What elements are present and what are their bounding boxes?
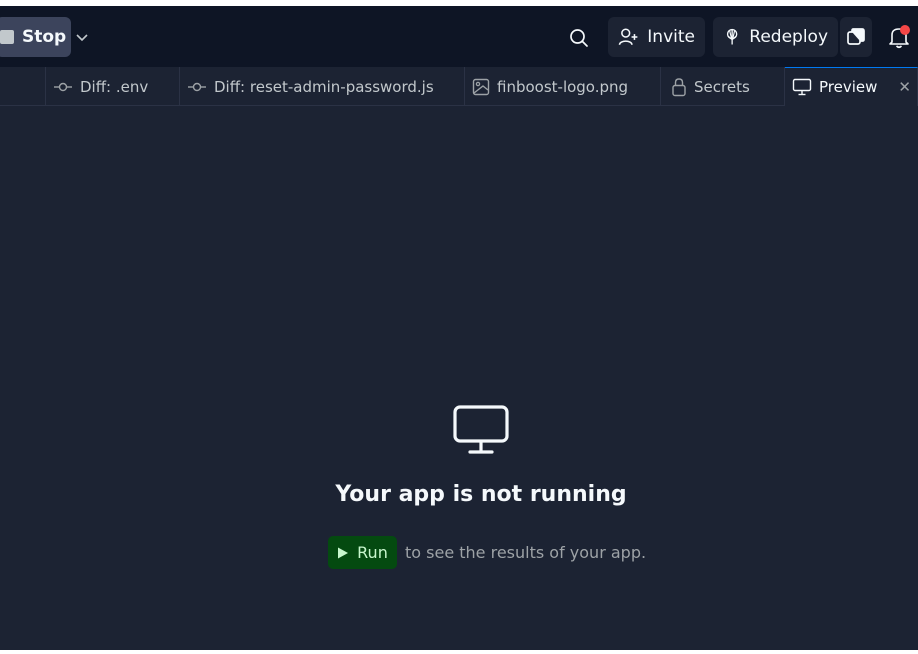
tab-bar: Diff: .env Diff: reset-admin-password.js… [0, 67, 918, 106]
stop-button[interactable]: Stop [0, 17, 71, 57]
deploy-icon [726, 28, 738, 45]
tab-diff-reset-admin-password[interactable]: Diff: reset-admin-password.js [180, 67, 465, 106]
empty-state-title: Your app is not running [335, 482, 627, 507]
stop-label: Stop [22, 27, 67, 47]
run-label: Run [357, 543, 388, 562]
preview-pane: Your app is not running Run to see the r… [0, 106, 918, 650]
multiplayers-button[interactable] [840, 17, 872, 57]
tab-finboost-logo[interactable]: finboost-logo.png [465, 67, 661, 106]
git-commit-icon [54, 82, 72, 91]
tab-label: Diff: reset-admin-password.js [214, 77, 434, 96]
tab-overflow[interactable] [0, 67, 46, 106]
run-options-chevron-down-icon[interactable] [72, 24, 92, 50]
git-commit-icon [188, 82, 206, 91]
search-icon[interactable] [567, 26, 591, 50]
redeploy-label: Redeploy [749, 27, 828, 47]
app-frame: Stop Invite Redeploy Diff: .env Diff: re… [0, 6, 918, 650]
invite-label: Invite [647, 27, 695, 47]
tab-label: Preview [819, 78, 878, 96]
close-icon[interactable]: ✕ [898, 78, 911, 96]
image-icon [472, 78, 490, 95]
add-user-icon [618, 28, 638, 46]
lock-icon [672, 77, 686, 96]
play-icon [338, 547, 349, 558]
top-bar: Stop Invite Redeploy [0, 6, 918, 67]
tab-label: Secrets [694, 77, 750, 96]
tab-preview[interactable]: Preview ✕ [785, 67, 918, 106]
tab-label: finboost-logo.png [497, 77, 629, 96]
notification-badge [900, 25, 910, 35]
copy-window-icon [847, 28, 865, 45]
tab-diff-env[interactable]: Diff: .env [46, 67, 180, 106]
monitor-icon [453, 405, 509, 454]
redeploy-button[interactable]: Redeploy [713, 17, 838, 57]
run-hint-text: to see the results of your app. [405, 543, 647, 562]
run-button[interactable]: Run [328, 536, 397, 569]
stop-icon [0, 30, 14, 44]
tab-secrets[interactable]: Secrets [661, 67, 785, 106]
tab-label: Diff: .env [80, 77, 149, 96]
run-hint: Run to see the results of your app. [328, 536, 646, 569]
invite-button[interactable]: Invite [608, 17, 705, 57]
monitor-icon [792, 78, 812, 96]
